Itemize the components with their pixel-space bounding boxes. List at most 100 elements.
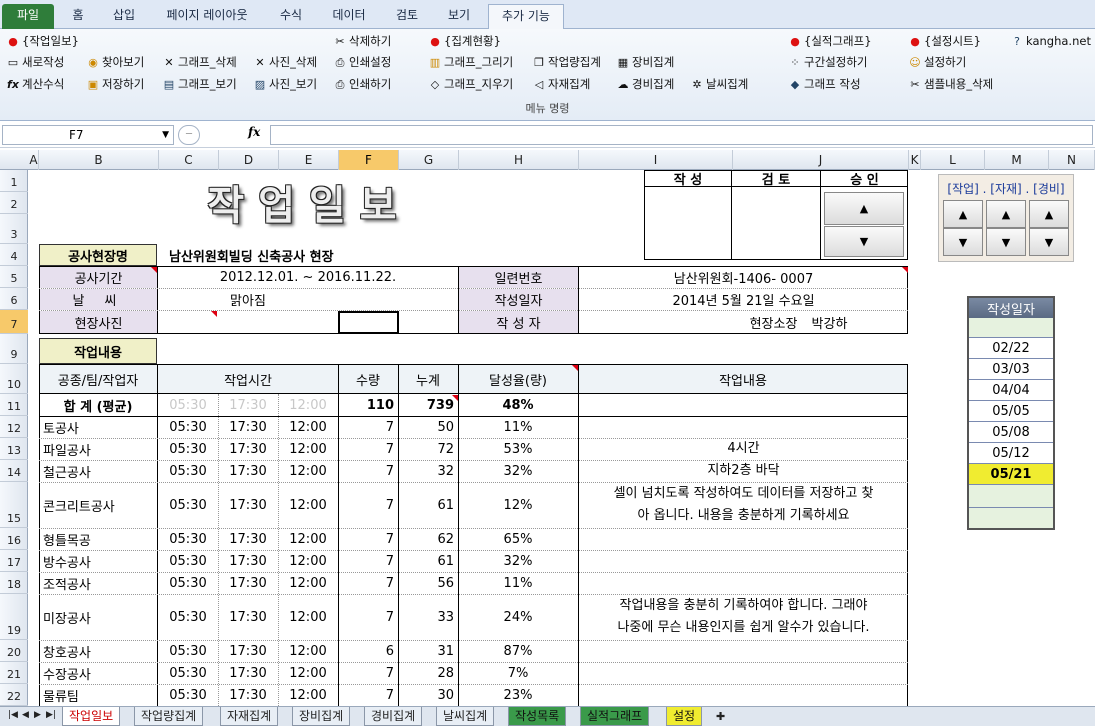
table-cell-trade[interactable]: 창호공사 [39,640,157,662]
row-header[interactable]: 3 [0,214,28,244]
table-cell-trade[interactable]: 콘크리트공사 [39,482,157,528]
table-cell-trade[interactable]: 철근공사 [39,460,157,482]
table-cell-trade[interactable]: 미장공사 [39,594,157,640]
table-cell-start[interactable]: 05:30 [158,572,218,594]
table-cell-hours[interactable]: 12:00 [278,594,338,640]
table-cell-start[interactable]: 05:30 [158,416,218,438]
table-cell-qty[interactable]: 6 [338,640,398,662]
tab-review[interactable]: 검토 [384,4,430,29]
table-cell-start[interactable]: 05:30 [158,438,218,460]
table-cell-rate[interactable]: 23% [458,684,578,706]
new-report-button[interactable]: ▭ 새로작성 [6,52,65,72]
table-cell-cumulative[interactable]: 62 [398,528,458,550]
table-cell-qty[interactable]: 7 [338,416,398,438]
weather-summary-button[interactable]: ✲ 날씨집계 [690,74,748,94]
table-cell-cumulative[interactable]: 30 [398,684,458,706]
column-header-d[interactable]: D [219,150,279,170]
table-cell-hours[interactable]: 12:00 [278,438,338,460]
column-header-b[interactable]: B [39,150,159,170]
new-sheet-icon[interactable]: ✚ [716,710,725,723]
column-header-c[interactable]: C [159,150,219,170]
table-cell-content[interactable]: 지하2층 바닥 [579,460,908,482]
table-cell-hours[interactable]: 12:00 [278,416,338,438]
column-header-k[interactable]: K [909,150,921,170]
tab-equipment-summary[interactable]: 장비집계 [292,707,351,726]
table-cell-content[interactable] [579,528,908,550]
table-cell-cumulative[interactable]: 32 [398,460,458,482]
save-button[interactable]: ▣ 저장하기 [86,74,145,94]
table-cell-rate[interactable]: 24% [458,594,578,640]
tab-file[interactable]: 파일 [2,4,54,29]
table-cell-end[interactable]: 17:30 [218,572,278,594]
table-cell-cumulative[interactable]: 50 [398,416,458,438]
column-header-m[interactable]: M [985,150,1049,170]
row-header[interactable]: 12 [0,416,28,438]
table-cell-hours[interactable]: 12:00 [278,662,338,684]
table-cell-trade[interactable]: 토공사 [39,416,157,438]
table-cell-rate[interactable]: 7% [458,662,578,684]
tab-daily-report[interactable]: 작업일보 [62,707,121,726]
material-up-button[interactable]: ▲ [986,200,1026,228]
tab-performance-chart[interactable]: 실적그래프 [580,707,650,726]
tab-add-ins[interactable]: 추가 기능 [488,4,564,29]
browse-button[interactable]: ◉ 찾아보기 [86,52,144,72]
table-cell-trade[interactable]: 물류팀 [39,684,157,706]
tab-insert[interactable]: 삽입 [102,4,146,29]
list-item[interactable] [969,488,1053,508]
table-cell-start[interactable]: 05:30 [158,684,218,706]
row-header[interactable]: 20 [0,640,28,662]
table-cell-hours[interactable]: 12:00 [278,550,338,572]
chart-delete-button[interactable]: ✕ 그래프_삭제 [162,52,236,72]
photo-view-button[interactable]: ▨ 사진_보기 [253,74,317,94]
column-header-j[interactable]: J [733,150,909,170]
table-cell-end[interactable]: 17:30 [218,438,278,460]
table-cell-rate[interactable]: 32% [458,460,578,482]
table-cell-trade[interactable]: 형틀목공 [39,528,157,550]
row-header[interactable]: 16 [0,528,28,550]
column-header-h[interactable]: H [459,150,579,170]
chevron-down-icon[interactable]: ▼ [162,126,169,144]
table-cell-qty[interactable]: 7 [338,572,398,594]
row-header[interactable]: 13 [0,438,28,460]
function-icon[interactable]: fx [248,125,260,139]
table-cell-content[interactable] [579,662,908,684]
table-cell-content[interactable]: 셀이 넘치도록 작성하여도 데이터를 저장하고 찾아 옵니다. 내용을 충분하게… [579,482,908,528]
table-cell-start[interactable]: 05:30 [158,482,218,528]
tab-settings[interactable]: 설정 [666,707,703,726]
row-header[interactable]: 1 [0,170,28,192]
expense-up-button[interactable]: ▲ [1029,200,1069,228]
table-cell-trade[interactable]: 방수공사 [39,550,157,572]
table-cell-qty[interactable]: 7 [338,662,398,684]
work-summary-button[interactable]: ❐ 작업량집계 [532,52,601,72]
row-header[interactable]: 22 [0,684,28,706]
tab-home[interactable]: 홈 [60,4,96,29]
date-list-item[interactable]: 05/12 [969,443,1053,464]
table-cell-qty[interactable]: 7 [338,594,398,640]
tab-page-layout[interactable]: 페이지 레이아웃 [152,4,262,29]
table-cell-qty[interactable]: 7 [338,528,398,550]
scroll-up-button[interactable]: ▲ [824,192,904,225]
create-chart-button[interactable]: ◆ 그래프 작성 [788,74,861,94]
formula-cancel-icon[interactable]: ─ [178,125,200,145]
table-cell-end[interactable]: 17:30 [218,640,278,662]
date-list-item[interactable]: 04/04 [969,380,1053,401]
table-cell-trade[interactable]: 조적공사 [39,572,157,594]
table-cell-start[interactable]: 05:30 [158,662,218,684]
table-cell-cumulative[interactable]: 33 [398,594,458,640]
column-header-e[interactable]: E [279,150,339,170]
tab-write-list[interactable]: 작성목록 [508,707,567,726]
worksheet[interactable]: 작업일보 작 성 검 토 승 인 ▲ ▼ [작업] . [자재] . [경비] … [29,170,1095,706]
table-cell-cumulative[interactable]: 56 [398,572,458,594]
table-cell-end[interactable]: 17:30 [218,662,278,684]
table-cell-content[interactable] [579,550,908,572]
photo-delete-button[interactable]: ✕ 사진_삭제 [253,52,317,72]
erase-chart-button[interactable]: ◇ 그래프_지우기 [428,74,513,94]
table-cell-content[interactable] [579,572,908,594]
table-cell-start[interactable]: 05:30 [158,594,218,640]
table-cell-content[interactable] [579,416,908,438]
tab-weather-summary[interactable]: 날씨집계 [436,707,495,726]
table-cell-qty[interactable]: 7 [338,460,398,482]
help-link[interactable]: ? kangha.net [1010,31,1091,51]
row-header[interactable]: 5 [0,266,28,288]
table-cell-cumulative[interactable]: 31 [398,640,458,662]
